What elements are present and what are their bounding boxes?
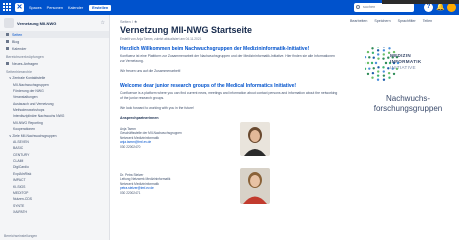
portrait-image-2 xyxy=(240,168,270,204)
breadcrumb[interactable]: Seiten / ★ xyxy=(120,19,137,24)
sidebar-section-shortcuts: Bereichsverknüpfungen xyxy=(6,55,44,59)
contact-person-1: Anja Tamm Geschäftsstelle der MII-Nachwu… xyxy=(120,127,182,149)
logo-dot xyxy=(382,53,385,56)
space-settings-link[interactable]: Bereichseinstellungen xyxy=(4,234,37,238)
logo-dot xyxy=(377,53,380,56)
space-name: Vernetzung MII-NWG xyxy=(17,20,57,26)
logo-tagline: Nachwuchs-forschungsgruppen xyxy=(373,94,443,113)
logo-dot xyxy=(382,74,386,77)
logo-dot xyxy=(388,47,391,50)
logo-dot xyxy=(377,57,380,60)
contact-person-2: Dr. Petra Stelzer Leitung Netzwerk Mediz… xyxy=(120,173,170,195)
logo-dot xyxy=(392,72,396,76)
logo-dot xyxy=(365,55,367,59)
logo-dot xyxy=(366,50,370,54)
logo-dot xyxy=(382,70,385,73)
logo-line-2: INFORMATIK xyxy=(390,59,422,64)
edit-button[interactable]: Bearbeiten xyxy=(350,19,367,23)
logo-dot xyxy=(382,78,386,81)
logo-dot xyxy=(371,76,374,79)
app-switcher-icon[interactable] xyxy=(3,3,12,12)
nav-people[interactable]: Personen xyxy=(47,6,63,10)
sidebar-item-label: Seiten xyxy=(12,32,23,37)
language-filter-button[interactable]: Sprachfilter xyxy=(398,19,416,23)
sidebar-item-label: Kalender xyxy=(12,46,27,51)
sidebar-item-blog[interactable]: Blog xyxy=(0,38,109,45)
person-phone: 030 22002470 xyxy=(120,144,141,149)
logo-dot xyxy=(372,56,375,59)
paragraph-german-2: Wir freuen uns auf die Zusammenarbeit! xyxy=(120,69,181,73)
logo-dot xyxy=(365,67,367,71)
logo-dot xyxy=(366,61,370,65)
create-button[interactable]: Erstellen xyxy=(89,4,112,11)
paragraph-english-1: Confluence is a platform where you can f… xyxy=(120,91,338,100)
sidebar-section-tree: Seitenhierarchie xyxy=(6,70,32,74)
logo-dot xyxy=(366,72,370,76)
sidebar-item-pages[interactable]: Seiten xyxy=(0,31,109,38)
help-icon[interactable]: ? xyxy=(424,3,433,12)
space-sidebar: Vernetzung MII-NWG ☆ Seiten Blog Kalende… xyxy=(0,15,110,240)
paragraph-german-1: Konfluenz ist eine Plattform zur Zusamme… xyxy=(120,54,335,63)
page-tree: ∨ Zentrale Kontaktstelle MII-Nachwuchsgru… xyxy=(0,75,109,215)
logo-dot xyxy=(371,51,375,55)
logo-line-1: MEDIZIN xyxy=(390,53,411,58)
blog-icon xyxy=(6,40,9,43)
pages-icon xyxy=(6,33,9,36)
person-phone: 030 22002471 xyxy=(120,190,141,195)
sidebar-shortcut[interactable]: Neues-Anfragen xyxy=(0,60,109,67)
logo-dot xyxy=(382,66,385,69)
logo-dot xyxy=(388,76,391,79)
page-content: Seiten / ★ Bearbeiten Speichern Sprachfi… xyxy=(112,15,459,240)
share-button[interactable]: Teilen xyxy=(423,19,432,23)
logo-dot xyxy=(382,57,385,60)
heading-german: Herzlich Willkommen beim Nachwuchsgruppe… xyxy=(120,46,310,52)
logo-line-3: INITIATIVE xyxy=(390,65,416,70)
sidebar-item-label: Neues-Anfragen xyxy=(12,61,39,66)
nav-calendar[interactable]: Kalender xyxy=(68,6,83,10)
paragraph-english-2: We look forward to working with you in t… xyxy=(120,106,195,110)
logo-dot xyxy=(387,71,391,75)
logo-dot xyxy=(384,61,388,65)
logo-dot xyxy=(377,66,380,69)
logo-dot xyxy=(376,74,380,77)
heading-english: Welcome dear junior research groups of t… xyxy=(120,83,297,89)
logo-dot xyxy=(376,49,380,52)
logo-dot xyxy=(371,71,375,75)
link-icon xyxy=(6,62,9,65)
space-logo-icon xyxy=(4,18,14,28)
nav-spaces[interactable]: Spaces xyxy=(29,6,42,10)
calendar-icon xyxy=(6,47,9,50)
logo-dot xyxy=(371,47,374,50)
save-button[interactable]: Speichern xyxy=(374,19,390,23)
sidebar-item-label: Blog xyxy=(12,39,20,44)
page-byline: Erstellt von Anja Tamm, zuletzt aktualis… xyxy=(120,37,202,41)
portrait-image-1 xyxy=(240,122,270,156)
logo-dot xyxy=(377,70,380,73)
logo-dot xyxy=(368,56,371,59)
user-avatar[interactable] xyxy=(447,3,456,12)
logo-dot xyxy=(382,49,386,52)
contacts-title: Ansprechpartnerinnen xyxy=(120,116,159,120)
page-actions: Bearbeiten Speichern Sprachfilter Teilen xyxy=(350,19,432,23)
search-placeholder: suchen xyxy=(363,5,376,9)
logo-dot xyxy=(370,61,374,65)
sidebar-item-calendar[interactable]: Kalender xyxy=(0,45,109,52)
star-icon[interactable]: ☆ xyxy=(101,20,105,26)
search-icon xyxy=(356,5,360,9)
logo-dot xyxy=(368,67,371,70)
space-header[interactable]: Vernetzung MII-NWG ☆ xyxy=(0,15,109,31)
tree-item[interactable]: XAIPATH xyxy=(0,209,109,215)
notification-bell-icon[interactable]: 🔔 xyxy=(436,3,445,12)
search-input[interactable]: suchen xyxy=(354,3,414,12)
logo-dot xyxy=(372,67,375,70)
logo-dot xyxy=(374,61,378,65)
confluence-logo-icon[interactable]: ✕ xyxy=(15,3,24,12)
logo-dot xyxy=(376,78,380,81)
page-title: Vernetzung MII-NWG Startseite xyxy=(120,25,253,35)
background-photo xyxy=(382,0,459,4)
